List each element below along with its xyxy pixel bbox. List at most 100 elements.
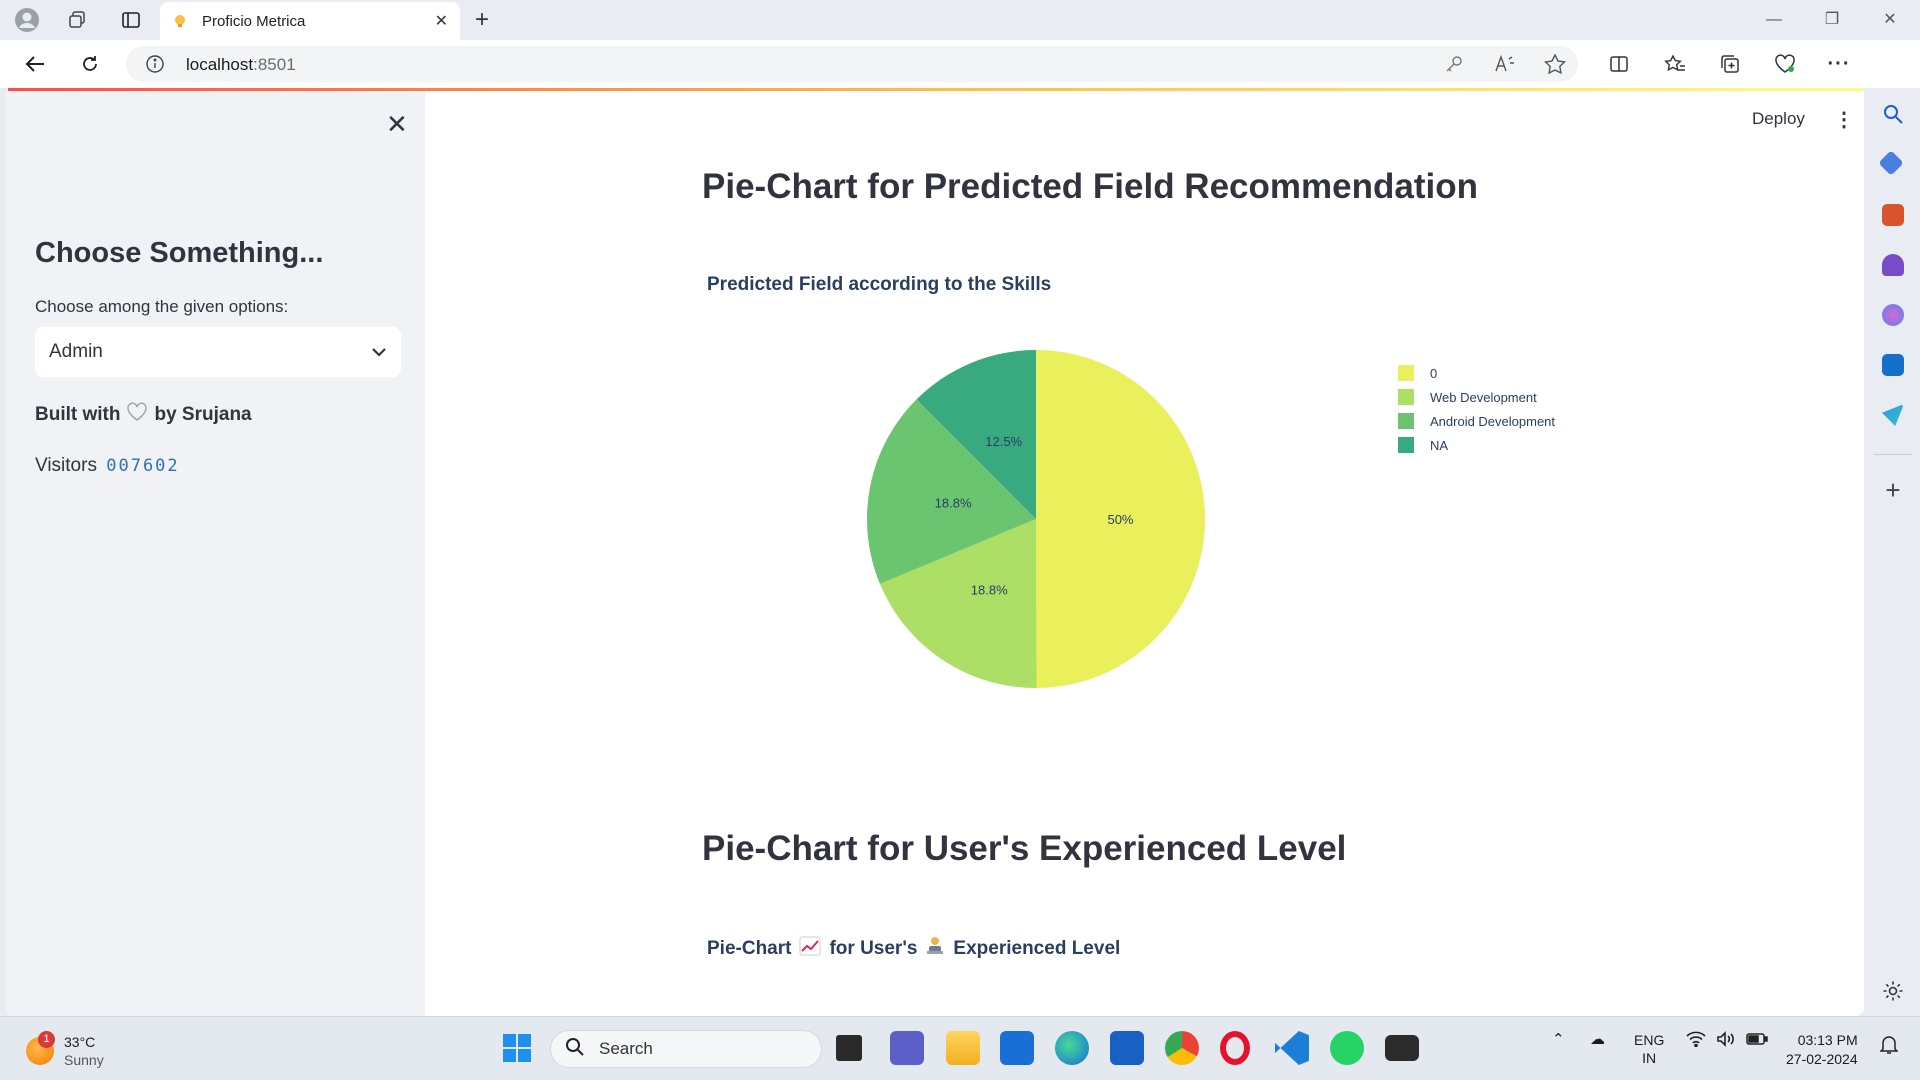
taskbar-search-box[interactable]: Search [550, 1030, 822, 1068]
weather-condition: Sunny [64, 1052, 104, 1068]
legend-item[interactable]: NA [1398, 433, 1555, 457]
deploy-button[interactable]: Deploy [1752, 109, 1805, 129]
favorite-star-icon[interactable] [1543, 53, 1567, 75]
battery-icon[interactable] [1746, 1031, 1768, 1052]
legend-item[interactable]: Android Development [1398, 409, 1555, 433]
notifications-bell-icon[interactable] [1879, 1035, 1899, 1060]
person-at-desk-icon [925, 936, 945, 962]
tab-title: Proficio Metrica [202, 12, 306, 30]
new-tab-button[interactable]: + [468, 6, 496, 34]
settings-and-more-icon[interactable]: ··· [1824, 50, 1854, 78]
vscode-icon[interactable] [1275, 1031, 1309, 1065]
mail-icon[interactable] [1000, 1031, 1034, 1065]
chart2-title-part1: Pie-Chart [707, 938, 792, 959]
close-window-button[interactable]: ✕ [1870, 6, 1910, 34]
heart-icon [126, 402, 148, 428]
sidebar-close-icon[interactable]: ✕ [386, 109, 408, 140]
profile-icon[interactable] [12, 6, 42, 34]
terminal-icon[interactable] [1385, 1035, 1419, 1061]
edge-browser-icon[interactable] [1055, 1031, 1089, 1065]
chart-increasing-icon [799, 936, 821, 962]
tools-briefcase-icon[interactable] [1882, 204, 1904, 226]
browser-toolbar: localhost:8501 ··· [0, 40, 1920, 88]
copilot-search-icon[interactable] [1882, 103, 1904, 125]
back-button[interactable] [20, 50, 50, 78]
drop-send-icon[interactable] [1882, 404, 1904, 426]
games-icon[interactable] [1882, 254, 1904, 276]
pie-legend: 0 Web Development Android Development NA [1398, 361, 1555, 457]
legend-swatch [1398, 413, 1414, 429]
teams-meet-icon[interactable] [890, 1031, 924, 1065]
refresh-button[interactable] [75, 50, 105, 78]
file-explorer-icon[interactable] [946, 1031, 980, 1065]
weather-temp: 33°C [64, 1034, 96, 1050]
main-menu-icon[interactable]: ⋮ [1834, 107, 1854, 132]
favorites-icon[interactable] [1660, 50, 1690, 78]
system-clock[interactable]: 03:13 PM 27-02-2024 [1786, 1031, 1858, 1069]
pie-slice-label: 12.5% [985, 434, 1022, 449]
pie-slice-label: 18.8% [971, 582, 1008, 597]
visitors-count: 007602 [106, 456, 180, 476]
chevron-down-icon [371, 341, 387, 363]
lang-top: ENG [1634, 1032, 1665, 1048]
chrome-icon[interactable] [1165, 1031, 1199, 1065]
language-indicator[interactable]: ENG IN [1634, 1031, 1664, 1067]
wifi-icon[interactable] [1686, 1031, 1706, 1052]
section2-heading: Pie-Chart for User's Experienced Level [702, 829, 1347, 868]
sidebar-heading: Choose Something... [35, 237, 324, 269]
show-hidden-icons-icon[interactable]: ⌃ [1552, 1031, 1565, 1049]
select-label: Choose among the given options: [35, 297, 289, 316]
search-icon [565, 1037, 585, 1062]
workspaces-icon[interactable] [62, 6, 92, 34]
streamlit-favicon-icon [175, 15, 185, 27]
role-select-value: Admin [49, 341, 103, 362]
legend-label: Web Development [1430, 389, 1537, 405]
windows-taskbar: 1 33°C Sunny Search ⌃ ☁ ENG IN 03:13 PM [0, 1016, 1920, 1080]
opera-icon[interactable] [1220, 1031, 1250, 1065]
restore-button[interactable]: ❐ [1812, 6, 1852, 34]
clock-time: 03:13 PM [1797, 1032, 1858, 1048]
task-view-icon[interactable] [836, 1035, 862, 1061]
windows-start-icon[interactable] [500, 1031, 534, 1065]
microsoft-store-icon[interactable] [1110, 1031, 1144, 1065]
visitors-label: Visitors [35, 455, 97, 476]
add-icon[interactable]: + [1882, 477, 1904, 503]
url-text: localhost:8501 [186, 55, 296, 74]
shopping-tag-icon[interactable] [1878, 150, 1904, 176]
edge-sidebar: + [1866, 88, 1920, 1016]
built-suffix: by Srujana [154, 404, 252, 425]
pie-chart: 50% 18.8% 18.8% 12.5% [867, 350, 1205, 688]
whatsapp-icon[interactable] [1330, 1031, 1364, 1065]
chart2-title: Pie-Chart for User's Experienced Level [707, 936, 1120, 962]
legend-item[interactable]: 0 [1398, 361, 1555, 385]
weather-widget[interactable]: 1 33°C Sunny [26, 1031, 104, 1069]
section1-heading: Pie-Chart for Predicted Field Recommenda… [702, 167, 1478, 206]
clock-date: 27-02-2024 [1786, 1051, 1858, 1067]
site-info-icon[interactable] [146, 55, 164, 78]
edge-divider [1874, 454, 1912, 455]
onedrive-cloud-icon[interactable]: ☁ [1590, 1031, 1605, 1049]
outlook-icon[interactable] [1882, 354, 1904, 376]
role-select[interactable]: Admin [35, 327, 401, 377]
legend-swatch [1398, 389, 1414, 405]
sidebar-settings-gear-icon[interactable] [1882, 980, 1904, 1002]
built-prefix: Built with [35, 404, 121, 425]
minimize-button[interactable]: — [1754, 6, 1794, 34]
tab-close-icon[interactable]: ✕ [435, 11, 448, 31]
volume-icon[interactable] [1716, 1031, 1736, 1052]
browser-essentials-icon[interactable] [1770, 50, 1800, 78]
legend-item[interactable]: Web Development [1398, 385, 1555, 409]
address-bar[interactable]: localhost:8501 [126, 46, 1578, 82]
read-aloud-icon[interactable] [1494, 54, 1516, 74]
search-label: Search [599, 1039, 653, 1058]
notification-badge: 1 [38, 1031, 55, 1048]
microsoft365-icon[interactable] [1882, 304, 1904, 326]
tab-proficio-metrica[interactable]: Proficio Metrica ✕ [160, 2, 460, 40]
collections-icon[interactable] [1715, 50, 1745, 78]
legend-label: 0 [1430, 365, 1438, 381]
password-key-icon[interactable] [1444, 54, 1466, 74]
visitors-counter: Visitors 007602 [35, 455, 180, 477]
split-screen-icon[interactable] [1604, 50, 1634, 78]
sun-weather-icon: 1 [26, 1031, 55, 1065]
tab-actions-icon[interactable] [116, 6, 146, 34]
